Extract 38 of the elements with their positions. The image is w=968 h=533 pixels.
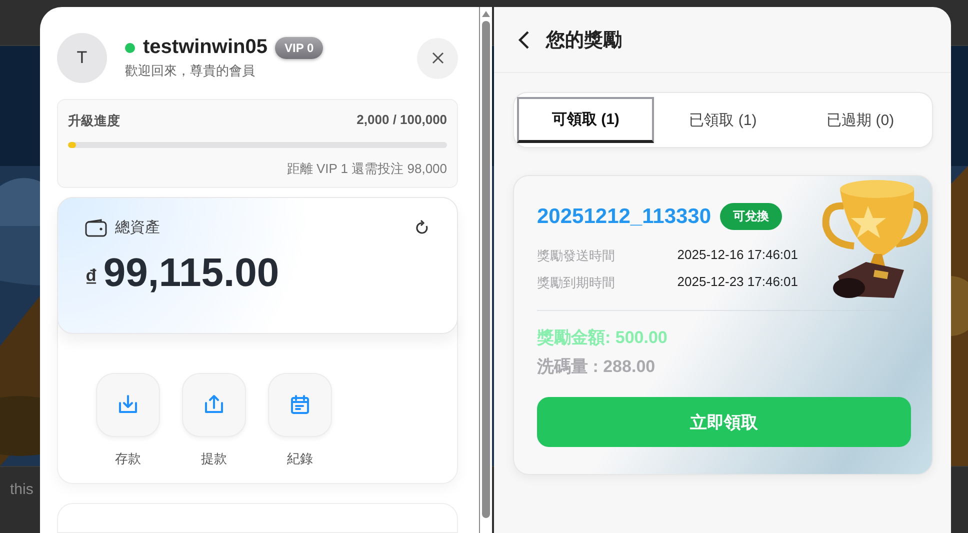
reward-code: 20251212_113330 (537, 204, 712, 228)
withdraw-button[interactable] (182, 373, 246, 438)
records-button[interactable] (268, 373, 332, 438)
field-label: 獎勵發送時間 (537, 247, 615, 265)
greeting-text: 歡迎回來，尊貴的會員 (125, 62, 256, 80)
asset-title: 總資產 (115, 218, 161, 238)
reward-amount: 獎勵金額: 500.00 (537, 327, 668, 349)
field-value: 2025-12-23 17:46:01 (677, 274, 798, 291)
close-icon (432, 52, 444, 64)
balance-amount: 99,115.00 (103, 251, 280, 296)
vip-badge: VIP 0 (275, 36, 323, 59)
back-icon (518, 30, 530, 50)
turnover-text: 洗碼量 : 288.00 (537, 356, 656, 378)
scrollbar-thumb[interactable] (482, 21, 490, 518)
refresh-button[interactable] (414, 220, 430, 236)
tab[interactable]: 已過期 (0) (792, 97, 929, 143)
status-badge: 可兌換 (720, 203, 782, 230)
deposit-button[interactable] (96, 373, 160, 438)
remaining-text: 距離 VIP 1 還需投注 98,000 (286, 160, 448, 178)
currency-symbol: ₫ (85, 265, 98, 294)
progress-title: 升級進度 (68, 112, 120, 130)
progress-value: 2,000 / 100,000 (356, 112, 448, 130)
action-label: 存款 (115, 450, 141, 468)
tab[interactable]: 可領取 (1) (517, 97, 654, 143)
action-label: 紀錄 (287, 450, 313, 468)
scroll-up-icon[interactable] (482, 11, 490, 17)
footer-text: this (10, 481, 34, 498)
tab[interactable]: 已領取 (1) (654, 97, 792, 143)
refresh-icon (414, 220, 430, 236)
action-label: 提款 (201, 450, 227, 468)
wallet-icon (85, 218, 107, 237)
close-button[interactable] (417, 38, 458, 79)
avatar: T (57, 33, 107, 84)
back-button[interactable] (518, 30, 530, 50)
username: testwinwin05 (143, 36, 268, 60)
field-label: 獎勵到期時間 (537, 274, 615, 292)
page-title: 您的獎勵 (546, 28, 622, 52)
field-value: 2025-12-16 17:46:01 (677, 247, 798, 264)
